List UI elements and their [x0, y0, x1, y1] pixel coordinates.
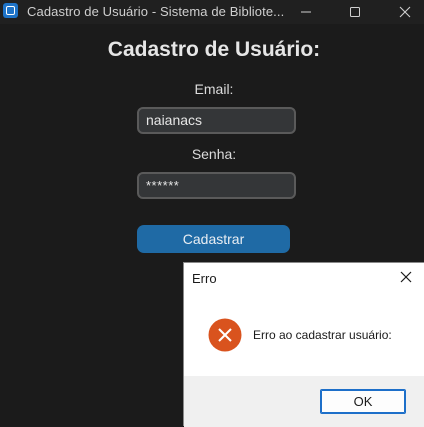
maximize-icon: [350, 7, 360, 17]
close-icon: [399, 6, 411, 18]
dialog-footer: OK: [184, 376, 424, 427]
register-button[interactable]: Cadastrar: [137, 225, 290, 253]
window-title: Cadastro de Usuário - Sistema de Bibliot…: [27, 4, 285, 19]
email-field[interactable]: naianacs: [137, 107, 296, 134]
error-icon: [208, 318, 242, 352]
password-label: Senha:: [191, 146, 237, 162]
dialog-close-icon[interactable]: [398, 269, 414, 285]
dialog-title: Erro: [192, 271, 217, 286]
page-title: Cadastro de Usuário:: [107, 38, 321, 61]
window-titlebar[interactable]: Cadastro de Usuário - Sistema de Bibliot…: [0, 0, 424, 24]
minimize-icon: [301, 11, 311, 13]
close-button[interactable]: [382, 0, 424, 24]
email-label: Email:: [194, 81, 234, 97]
minimize-button[interactable]: [283, 0, 329, 24]
password-field[interactable]: ******: [137, 172, 296, 199]
main-window: Cadastro de Usuário - Sistema de Bibliot…: [0, 0, 424, 427]
maximize-button[interactable]: [332, 0, 378, 24]
error-dialog: Erro Erro ao cadastrar usuário: OK: [183, 262, 424, 427]
dialog-body: Erro ao cadastrar usuário:: [184, 292, 424, 376]
dialog-message: Erro ao cadastrar usuário:: [253, 328, 392, 342]
ok-button[interactable]: OK: [320, 389, 406, 414]
dialog-titlebar[interactable]: Erro: [184, 263, 424, 292]
app-icon: [3, 3, 18, 18]
